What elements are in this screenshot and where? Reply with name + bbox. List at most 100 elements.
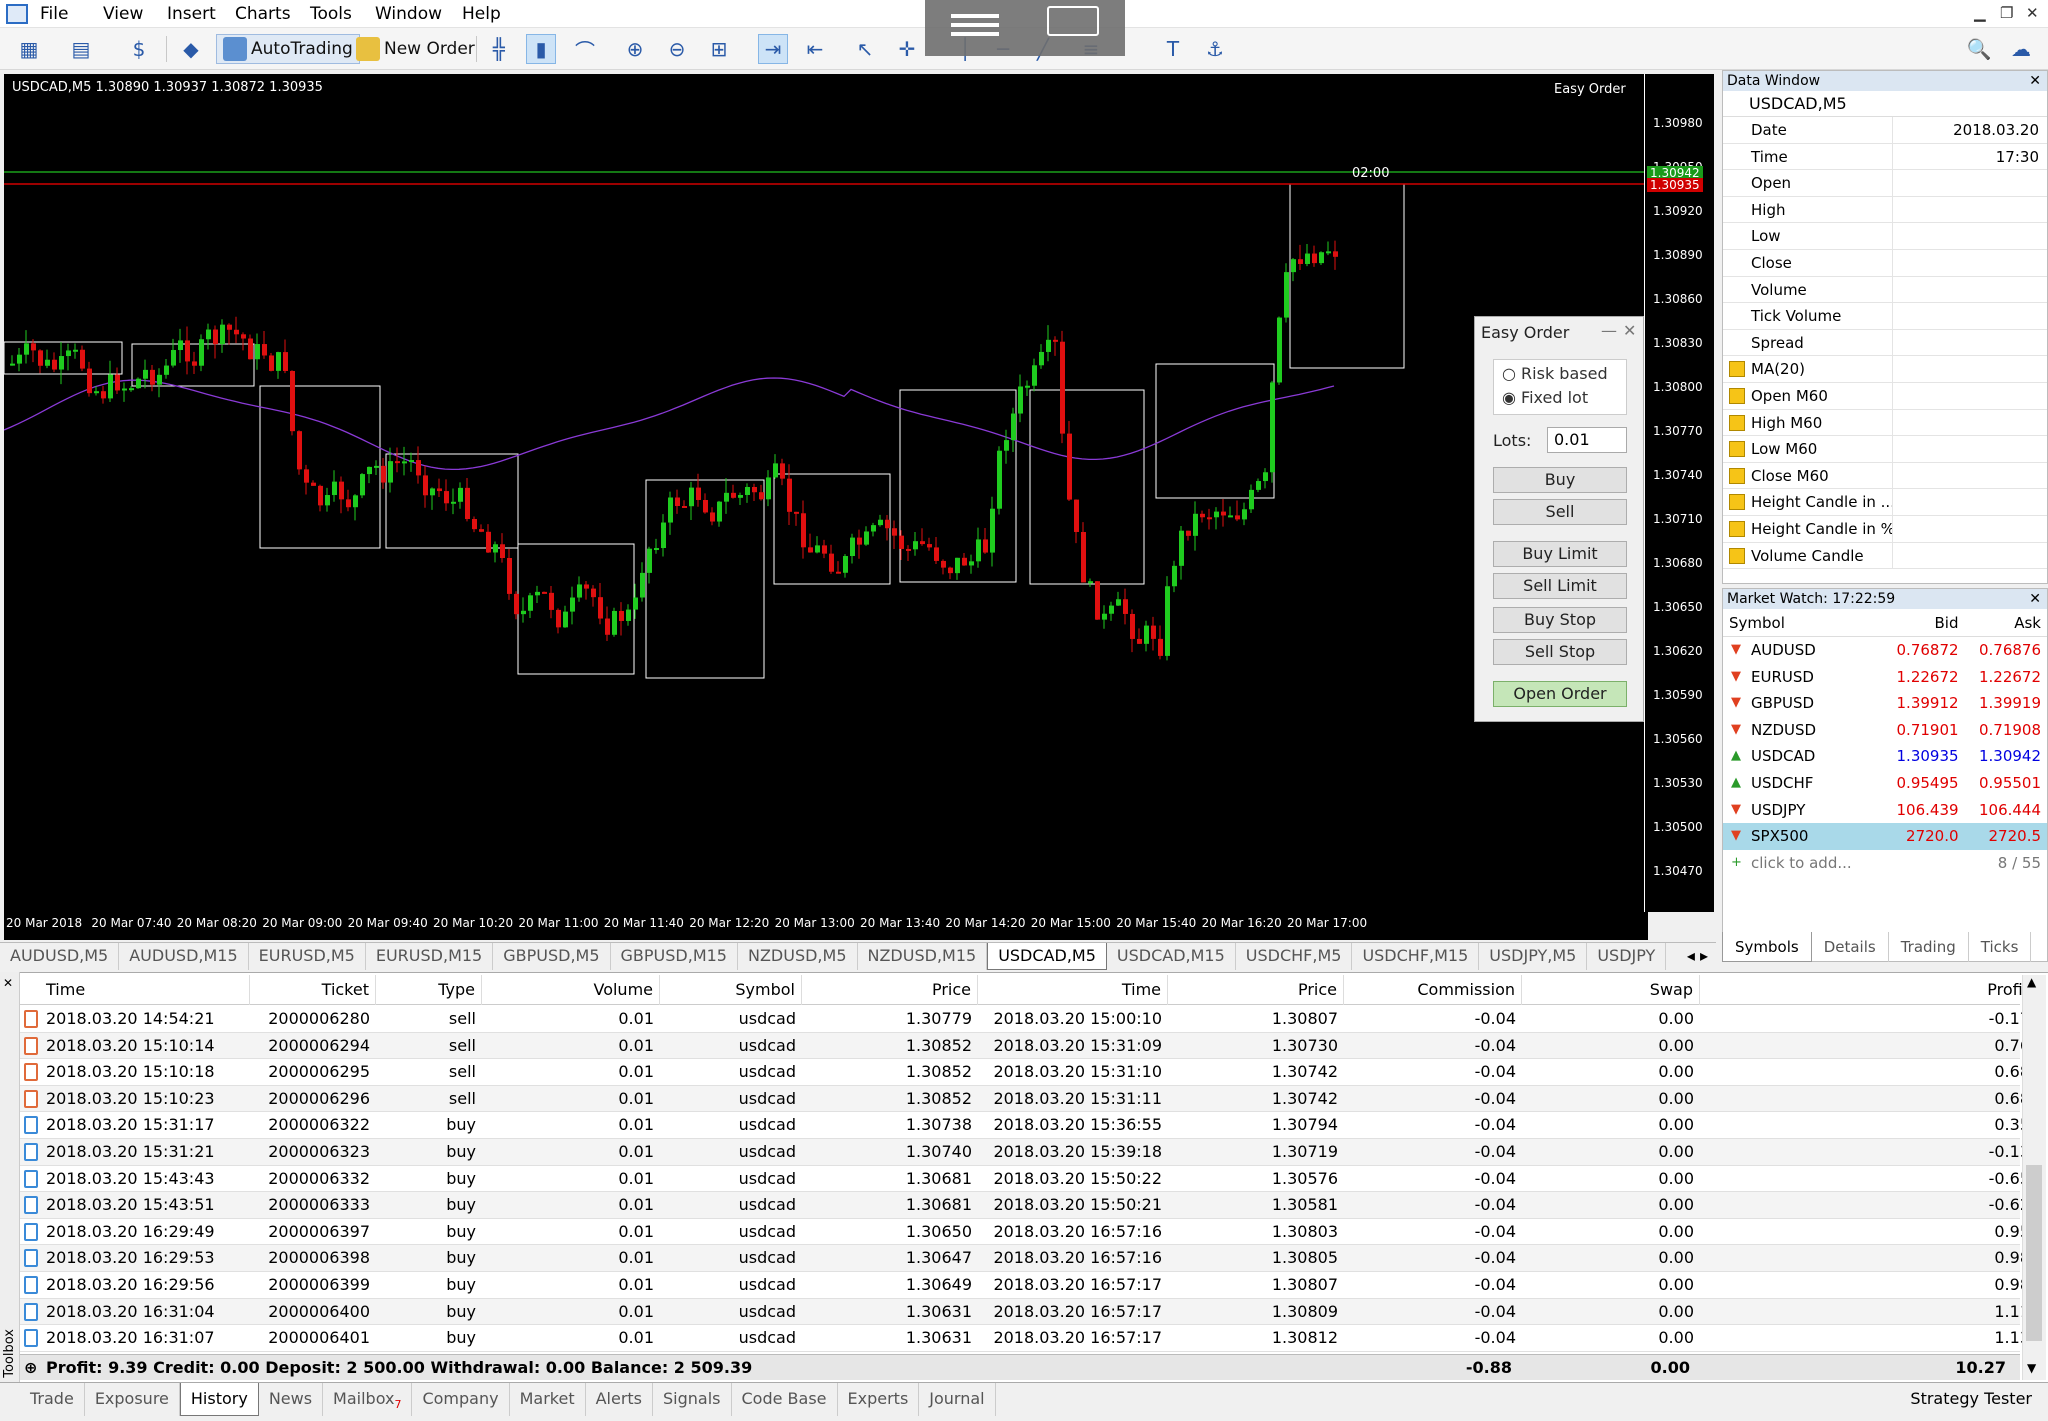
history-row[interactable]: 2018.03.20 14:54:21 2000006280 sell 0.01 usd… [20, 1006, 2030, 1033]
column-price-5[interactable]: Price [802, 975, 978, 1005]
onscreen-keyboard-overlay[interactable] [925, 0, 1125, 56]
shapes-icon[interactable]: ⚓ [1200, 34, 1230, 64]
tab-news[interactable]: News [259, 1383, 324, 1416]
fixed-lot-radio[interactable]: ◉ Fixed lot [1502, 388, 1588, 407]
tab-company[interactable]: Company [412, 1383, 510, 1416]
tab-history[interactable]: History [179, 1383, 259, 1416]
scroll-thumb[interactable] [2026, 1165, 2042, 1341]
chart-tab-usdcad-m15[interactable]: USDCAD,M15 [1107, 943, 1236, 970]
metaeditor-icon[interactable]: ◆ [176, 34, 206, 64]
column-symbol-4[interactable]: Symbol [660, 975, 802, 1005]
tab-symbols[interactable]: Symbols [1722, 932, 1812, 962]
buy-stop-button[interactable]: Buy Stop [1493, 607, 1627, 633]
tab-alerts[interactable]: Alerts [586, 1383, 654, 1416]
history-row[interactable]: 2018.03.20 15:43:51 2000006333 buy 0.01 usdc… [20, 1192, 2030, 1219]
tab-experts[interactable]: Experts [838, 1383, 920, 1416]
market-row-gbpusd[interactable]: ▼ GBPUSD 1.39912 1.39919 [1723, 690, 2047, 717]
column-time-0[interactable]: Time [40, 975, 250, 1005]
minimize-icon[interactable]: — [1601, 321, 1617, 340]
scroll-down-icon[interactable]: ▼ [2027, 1361, 2036, 1375]
tab-scroll-icon[interactable]: ◂ ▸ [1679, 943, 1716, 970]
column-ask[interactable]: Ask [1965, 609, 2048, 636]
menu-file[interactable]: File [40, 4, 68, 24]
tab-mailbox[interactable]: Mailbox7 [323, 1383, 413, 1416]
market-watch-icon[interactable]: $ [124, 34, 154, 64]
sell-button[interactable]: Sell [1493, 499, 1627, 525]
tab-trading[interactable]: Trading [1889, 932, 1969, 962]
market-row-usdchf[interactable]: ▲ USDCHF 0.95495 0.95501 [1723, 770, 2047, 797]
close-icon[interactable]: ✕ [2029, 71, 2041, 91]
market-row-spx500[interactable]: ▼ SPX500 2720.0 2720.5 [1723, 823, 2047, 850]
market-row-eurusd[interactable]: ▼ EURUSD 1.22672 1.22672 [1723, 664, 2047, 691]
chart-tab-usdchf-m15[interactable]: USDCHF,M15 [1352, 943, 1480, 970]
strategy-tester-button[interactable]: Strategy Tester [1894, 1383, 2048, 1416]
market-row-usdjpy[interactable]: ▼ USDJPY 106.439 106.444 [1723, 797, 2047, 824]
history-row[interactable]: 2018.03.20 16:29:49 2000006397 buy 0.01 usdc… [20, 1218, 2030, 1246]
tab-signals[interactable]: Signals [653, 1383, 732, 1416]
history-row[interactable]: 2018.03.20 16:31:07 2000006401 buy 0.01 usdc… [20, 1325, 2030, 1352]
risk-based-radio[interactable]: ○ Risk based [1502, 364, 1608, 383]
tab-exposure[interactable]: Exposure [85, 1383, 180, 1416]
history-row[interactable]: 2018.03.20 15:31:21 2000006323 buy 0.01 usdc… [20, 1139, 2030, 1166]
lots-input[interactable]: 0.01 [1547, 427, 1627, 453]
restore-icon[interactable]: ❐ [2000, 4, 2013, 22]
market-row-audusd[interactable]: ▼ AUDUSD 0.76872 0.76876 [1723, 637, 2047, 664]
menu-tools[interactable]: Tools [310, 4, 352, 24]
tab-journal[interactable]: Journal [919, 1383, 996, 1416]
market-row-nzdusd[interactable]: ▼ NZDUSD 0.71901 0.71908 [1723, 717, 2047, 744]
history-scrollbar[interactable]: ▲ ▼ [2022, 975, 2046, 1380]
column-type-2[interactable]: Type [376, 975, 482, 1005]
expand-icon[interactable]: ⊕ [24, 1355, 37, 1381]
crosshair-icon[interactable]: ✛ [892, 34, 922, 64]
close-icon[interactable]: ✕ [2029, 589, 2041, 609]
sell-limit-button[interactable]: Sell Limit [1493, 573, 1627, 599]
history-row[interactable]: 2018.03.20 16:29:56 2000006399 buy 0.01 usdc… [20, 1272, 2030, 1299]
chart-tab-usdchf-m5[interactable]: USDCHF,M5 [1236, 943, 1353, 970]
history-row[interactable]: 2018.03.20 15:43:43 2000006332 buy 0.01 usdc… [20, 1165, 2030, 1193]
column-commission-8[interactable]: Commission [1344, 975, 1522, 1005]
new-chart-icon[interactable]: ▦ [14, 34, 44, 64]
price-chart[interactable]: USDCAD,M5 1.30890 1.30937 1.30872 1.3093… [4, 74, 1648, 912]
column-volume-3[interactable]: Volume [482, 975, 660, 1005]
column-profit-10[interactable]: Profit [1700, 975, 2036, 1005]
tab-ticks[interactable]: Ticks [1969, 932, 2032, 962]
text-icon[interactable]: T [1158, 34, 1188, 64]
column-ticket-1[interactable]: Ticket [250, 975, 376, 1005]
column-price-7[interactable]: Price [1168, 975, 1344, 1005]
history-row[interactable]: 2018.03.20 15:31:17 2000006322 buy 0.01 usdc… [20, 1112, 2030, 1139]
buy-button[interactable]: Buy [1493, 467, 1627, 493]
column-symbol[interactable]: Symbol [1723, 609, 1882, 636]
tab-details[interactable]: Details [1812, 932, 1889, 962]
close-icon[interactable]: ✕ [2026, 4, 2039, 22]
history-row[interactable]: 2018.03.20 16:31:04 2000006400 buy 0.01 usdc… [20, 1298, 2030, 1326]
column-bid[interactable]: Bid [1882, 609, 1965, 636]
close-icon[interactable]: ✕ [1623, 321, 1636, 340]
buy-limit-button[interactable]: Buy Limit [1493, 541, 1627, 567]
chart-tab-nzdusd-m15[interactable]: NZDUSD,M15 [858, 943, 988, 970]
menu-charts[interactable]: Charts [235, 4, 291, 24]
market-row-usdcad[interactable]: ▲ USDCAD 1.30935 1.30942 [1723, 743, 2047, 770]
history-row[interactable]: 2018.03.20 15:10:18 2000006295 sell 0.01 usd… [20, 1059, 2030, 1086]
zoom-in-icon[interactable]: ⊕ [620, 34, 650, 64]
profiles-icon[interactable]: ▤ [66, 34, 96, 64]
menu-insert[interactable]: Insert [167, 4, 216, 24]
history-row[interactable]: 2018.03.20 15:10:14 2000006294 sell 0.01 usd… [20, 1032, 2030, 1060]
chart-tab-usdjpy-m5[interactable]: USDJPY,M5 [1479, 943, 1588, 970]
candlestick-icon[interactable]: ▮ [526, 34, 556, 64]
bar-chart-icon[interactable]: ╬ [484, 34, 514, 64]
column-time-6[interactable]: Time [978, 975, 1168, 1005]
chart-tab-eurusd-m5[interactable]: EURUSD,M5 [249, 943, 366, 970]
chart-tab-usdcad-m5[interactable]: USDCAD,M5 [987, 943, 1107, 970]
tile-windows-icon[interactable]: ⊞ [704, 34, 734, 64]
line-chart-icon[interactable]: ⌒ [570, 34, 600, 64]
scroll-up-icon[interactable]: ▲ [2027, 975, 2036, 989]
search-icon[interactable]: 🔍 [1964, 34, 1994, 64]
chart-tab-gbpusd-m15[interactable]: GBPUSD,M15 [611, 943, 738, 970]
new-order-button[interactable]: New Order [352, 34, 479, 64]
chart-tab-eurusd-m15[interactable]: EURUSD,M15 [366, 943, 494, 970]
history-row[interactable]: 2018.03.20 16:29:53 2000006398 buy 0.01 usdc… [20, 1245, 2030, 1272]
menu-window[interactable]: Window [375, 4, 442, 24]
cursor-icon[interactable]: ↖ [850, 34, 880, 64]
chart-tab-usdjpy[interactable]: USDJPY [1587, 943, 1667, 970]
tab-market[interactable]: Market [510, 1383, 586, 1416]
